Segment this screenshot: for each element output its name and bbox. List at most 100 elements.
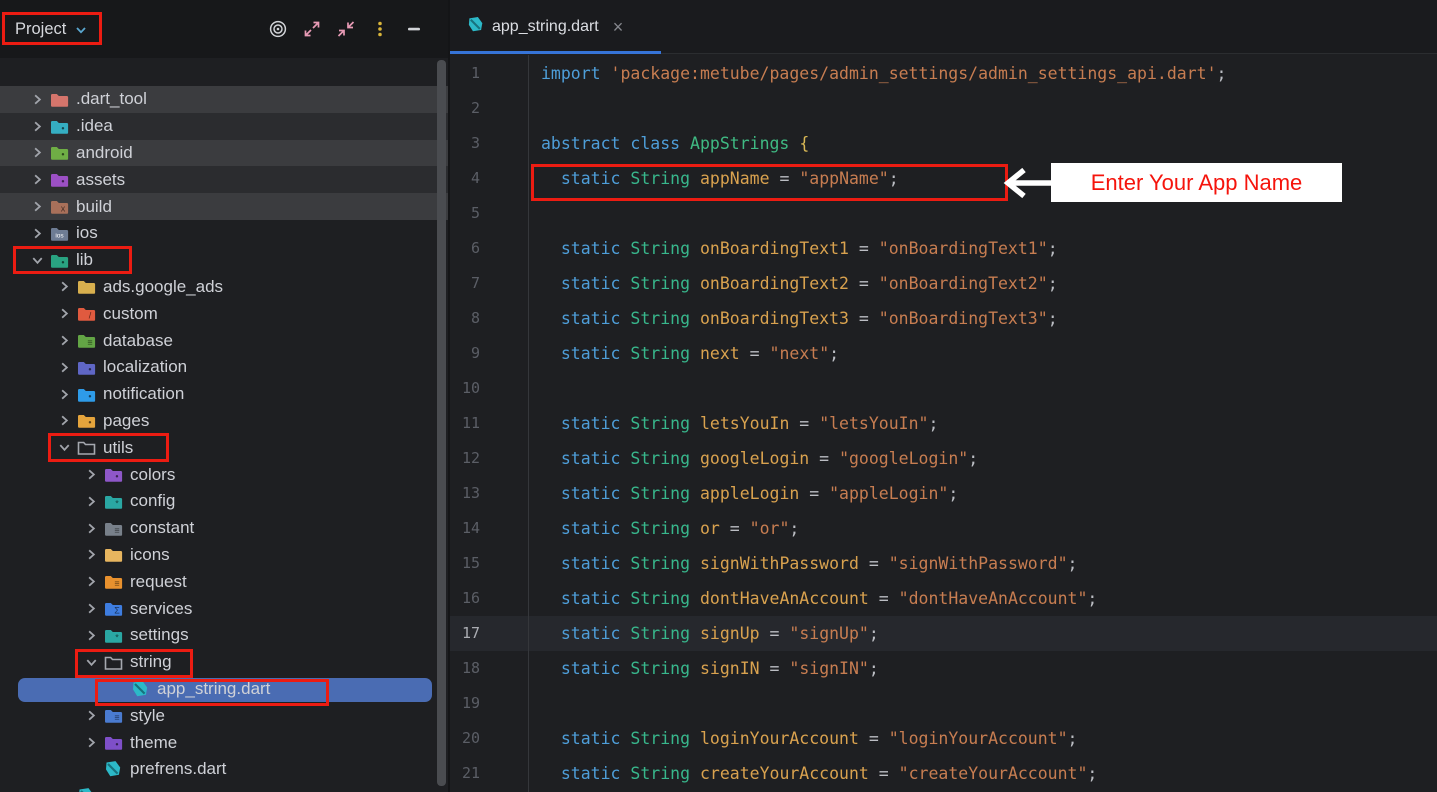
tree-item-utils[interactable]: utils [0, 434, 448, 461]
code-text: abstract class AppStrings { [541, 126, 809, 161]
tree-item-request[interactable]: ≡request [0, 568, 448, 595]
folder-icon: Σ [102, 600, 124, 618]
tree-item-constant[interactable]: ≡constant [0, 515, 448, 542]
chevron-right-icon[interactable] [26, 225, 48, 241]
chevron-right-icon[interactable] [53, 333, 75, 349]
tree-item-config[interactable]: *config [0, 488, 448, 515]
line-number: 15 [450, 546, 480, 581]
chevron-right-icon[interactable] [80, 735, 102, 751]
tab-app-string-dart[interactable]: app_string.dart × [450, 0, 661, 54]
svg-text:•: • [61, 123, 64, 133]
chevron-right-icon[interactable] [80, 493, 102, 509]
chevron-spacer [107, 681, 129, 697]
tree-item-lib[interactable]: •lib [0, 247, 448, 274]
line-number: 5 [450, 196, 480, 231]
close-tab-icon[interactable]: × [613, 18, 624, 36]
line-number: 2 [450, 91, 480, 126]
tree-item-android[interactable]: •android [0, 140, 448, 167]
tree-item-partial[interactable] [0, 783, 448, 792]
chevron-right-icon[interactable] [26, 199, 48, 215]
tree-item-string[interactable]: string [0, 649, 448, 676]
tree-item-colors[interactable]: •colors [0, 461, 448, 488]
tree-item--dart-tool[interactable]: .dart_tool [0, 86, 448, 113]
tree-item-label: .idea [76, 116, 113, 136]
code-line-18[interactable]: 18 static String signIN = "signIN"; [450, 651, 1437, 686]
expand-all-icon[interactable] [302, 19, 322, 39]
tree-item-ios[interactable]: iosios [0, 220, 448, 247]
code-line-8[interactable]: 8 static String onBoardingText3 = "onBoa… [450, 301, 1437, 336]
tree-item-app-string-dart[interactable]: app_string.dart [0, 676, 448, 703]
tree-item-label: .dart_tool [76, 89, 147, 109]
code-line-6[interactable]: 6 static String onBoardingText1 = "onBoa… [450, 231, 1437, 266]
chevron-right-icon[interactable] [26, 91, 48, 107]
code-line-20[interactable]: 20 static String loginYourAccount = "log… [450, 721, 1437, 756]
chevron-down-icon[interactable] [26, 252, 48, 268]
code-text: static String appName = "appName"; [541, 161, 899, 196]
code-line-1[interactable]: 1import 'package:metube/pages/admin_sett… [450, 56, 1437, 91]
code-line-17[interactable]: 17 static String signUp = "signUp"; [450, 616, 1437, 651]
tree-item-icons[interactable]: icons [0, 542, 448, 569]
code-line-3[interactable]: 3abstract class AppStrings { [450, 126, 1437, 161]
chevron-right-icon[interactable] [80, 601, 102, 617]
tree-item-notification[interactable]: •notification [0, 381, 448, 408]
code-line-14[interactable]: 14 static String or = "or"; [450, 511, 1437, 546]
chevron-right-icon[interactable] [53, 306, 75, 322]
chevron-down-icon[interactable] [53, 440, 75, 456]
code-line-15[interactable]: 15 static String signWithPassword = "sig… [450, 546, 1437, 581]
code-line-2[interactable]: 2 [450, 91, 1437, 126]
chevron-right-icon[interactable] [80, 467, 102, 483]
tree-item-services[interactable]: Σservices [0, 595, 448, 622]
svg-text:•: • [61, 257, 64, 267]
annotation-arrow-left-icon [1000, 164, 1054, 202]
chevron-right-icon[interactable] [26, 118, 48, 134]
folder-icon: • [102, 734, 124, 752]
tree-item-theme[interactable]: •theme [0, 729, 448, 756]
more-options-icon[interactable] [370, 19, 390, 39]
folder-outline-icon [75, 439, 97, 457]
tree-item-build[interactable]: xbuild [0, 193, 448, 220]
chevron-right-icon[interactable] [80, 574, 102, 590]
chevron-right-icon[interactable] [80, 520, 102, 536]
tree-item-assets[interactable]: •assets [0, 166, 448, 193]
chevron-right-icon[interactable] [53, 413, 75, 429]
tree-item-style[interactable]: ≡style [0, 702, 448, 729]
chevron-right-icon[interactable] [80, 708, 102, 724]
chevron-right-icon[interactable] [53, 359, 75, 375]
chevron-right-icon[interactable] [26, 145, 48, 161]
code-line-12[interactable]: 12 static String googleLogin = "googleLo… [450, 441, 1437, 476]
chevron-down-icon[interactable] [74, 23, 88, 37]
code-line-13[interactable]: 13 static String appleLogin = "appleLogi… [450, 476, 1437, 511]
project-view-selector[interactable]: Project [0, 20, 88, 39]
tree-item-settings[interactable]: *settings [0, 622, 448, 649]
locate-target-icon[interactable] [268, 19, 288, 39]
code-line-9[interactable]: 9 static String next = "next"; [450, 336, 1437, 371]
code-line-11[interactable]: 11 static String letsYouIn = "letsYouIn"… [450, 406, 1437, 441]
tree-item-custom[interactable]: /custom [0, 300, 448, 327]
tree-item-database[interactable]: ≡database [0, 327, 448, 354]
chevron-down-icon[interactable] [80, 654, 102, 670]
tree-item-localization[interactable]: •localization [0, 354, 448, 381]
code-line-7[interactable]: 7 static String onBoardingText2 = "onBoa… [450, 266, 1437, 301]
chevron-right-icon[interactable] [80, 627, 102, 643]
code-line-10[interactable]: 10 [450, 371, 1437, 406]
collapse-all-icon[interactable] [336, 19, 356, 39]
project-tree-scrollbar[interactable] [437, 60, 446, 786]
tree-item-label: build [76, 197, 112, 217]
chevron-right-icon[interactable] [53, 279, 75, 295]
tree-item-ads-google-ads[interactable]: ads.google_ads [0, 274, 448, 301]
dart-file-icon [75, 787, 97, 792]
tree-item-prefrens-dart[interactable]: prefrens.dart [0, 756, 448, 783]
chevron-right-icon[interactable] [80, 547, 102, 563]
line-number: 21 [450, 756, 480, 791]
hide-panel-icon[interactable] [404, 19, 424, 39]
chevron-right-icon[interactable] [26, 172, 48, 188]
chevron-right-icon[interactable] [53, 386, 75, 402]
tree-item-pages[interactable]: •pages [0, 408, 448, 435]
code-line-19[interactable]: 19 [450, 686, 1437, 721]
code-line-16[interactable]: 16 static String dontHaveAnAccount = "do… [450, 581, 1437, 616]
tree-item-label: constant [130, 518, 194, 538]
code-line-21[interactable]: 21 static String createYourAccount = "cr… [450, 756, 1437, 791]
tree-item--idea[interactable]: • .idea [0, 113, 448, 140]
code-text: static String appleLogin = "appleLogin"; [541, 476, 958, 511]
svg-text:*: * [115, 632, 119, 642]
